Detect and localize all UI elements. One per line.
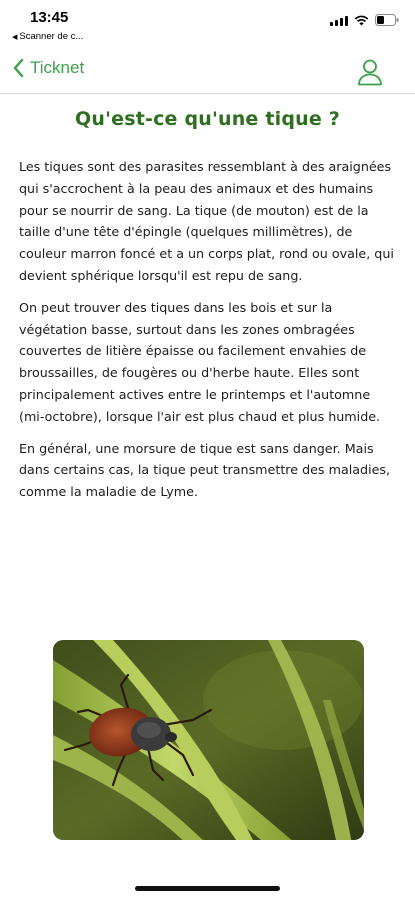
app-header: Ticknet <box>0 52 415 94</box>
chevron-left-icon <box>12 58 24 78</box>
status-bar: 13:45 ◀ Scanner de c... <box>0 0 415 46</box>
tick-photo <box>53 640 364 840</box>
wifi-icon <box>354 15 369 26</box>
paragraph-habitat: On peut trouver des tiques dans les bois… <box>19 299 381 424</box>
return-to-app-link[interactable]: ◀ Scanner de c... <box>12 31 83 42</box>
signal-icon <box>330 16 348 26</box>
back-label: Ticknet <box>30 58 85 77</box>
back-triangle-icon: ◀ <box>12 34 18 41</box>
article-body: Les tiques sont des parasites ressemblan… <box>19 156 399 513</box>
status-time: 13:45 <box>30 9 69 26</box>
paragraph-description: Les tiques sont des parasites ressemblan… <box>19 159 394 283</box>
return-app-label: Scanner de c... <box>19 31 84 42</box>
status-icons <box>330 14 399 26</box>
back-button[interactable]: Ticknet <box>12 58 84 78</box>
page-title: Qu'est-ce qu'une tique ? <box>75 108 340 130</box>
paragraph-danger: En général, une morsure de tique est san… <box>19 440 391 500</box>
battery-icon <box>375 14 399 26</box>
profile-button[interactable] <box>357 58 383 86</box>
home-indicator[interactable] <box>135 886 280 891</box>
user-icon <box>357 58 383 86</box>
